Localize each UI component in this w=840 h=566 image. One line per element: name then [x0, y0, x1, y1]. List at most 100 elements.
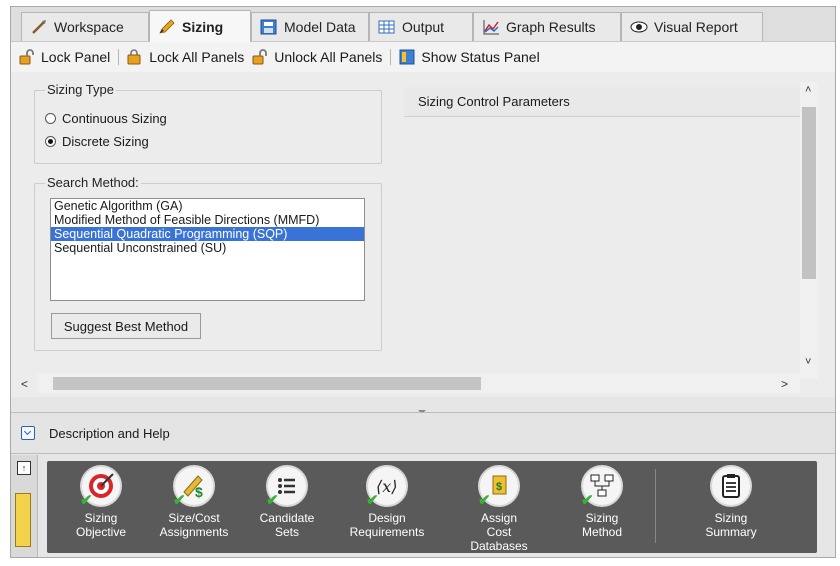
vertical-scroll-thumb[interactable]	[802, 107, 816, 279]
radio-checked-icon	[45, 136, 56, 147]
sizing-control-parameters-title: Sizing Control Parameters	[418, 94, 570, 109]
unlock-icon	[252, 49, 268, 65]
tab-sizing[interactable]: Sizing	[149, 10, 251, 42]
tool-label-line1: Design	[368, 511, 406, 525]
tool-label-line1: Candidate	[259, 511, 315, 525]
assign-cost-databases-tool[interactable]: $ ✔ Assign Cost Databases	[459, 465, 539, 553]
tab-workspace[interactable]: Workspace	[21, 12, 149, 41]
tab-model-data[interactable]: Model Data	[251, 12, 369, 41]
model-data-icon	[260, 19, 278, 35]
list-item[interactable]: Modified Method of Feasible Directions (…	[51, 213, 364, 227]
svg-text:$: $	[496, 481, 502, 493]
radio-unchecked-icon	[45, 113, 56, 124]
sizing-type-group: Sizing Type Continuous Sizing Discrete S…	[34, 82, 382, 164]
tool-label-line2: Requirements	[349, 525, 425, 539]
tool-label-line2: Summary	[705, 525, 757, 539]
checkmark-icon: ✔	[478, 492, 491, 509]
list-item[interactable]: Genetic Algorithm (GA)	[51, 199, 364, 213]
tab-graph-results-label: Graph Results	[506, 19, 596, 35]
tool-label-line2: Cost Databases	[470, 525, 528, 553]
tab-output-label: Output	[402, 19, 445, 35]
sizing-toolbox-area: ↑ ✔ Sizing Objective $ ✔ Size/Cost Assignm…	[11, 455, 835, 557]
checkmark-icon: ✔	[80, 492, 93, 509]
description-help-label: Description and Help	[49, 425, 170, 441]
output-table-icon	[378, 19, 396, 35]
continuous-sizing-radio[interactable]: Continuous Sizing	[45, 111, 167, 126]
tool-label-line1: Sizing	[714, 511, 748, 525]
tool-label-line1: Sizing	[84, 511, 118, 525]
lock-panel-button[interactable]: Lock Panel	[19, 49, 110, 65]
toolbar-divider	[118, 49, 120, 65]
scroll-right-icon[interactable]: >	[781, 377, 788, 391]
toolbox-side-strip: ↑	[11, 455, 38, 557]
checkmark-icon: ✔	[366, 492, 379, 509]
description-help-bar[interactable]: Description and Help	[11, 412, 835, 454]
unlock-all-panels-label: Unlock All Panels	[274, 49, 383, 65]
tab-visual-report[interactable]: Visual Report	[621, 12, 763, 41]
tab-graph-results[interactable]: Graph Results	[473, 12, 621, 41]
horizontal-scroll-thumb[interactable]	[53, 377, 481, 390]
application-window: Workspace Sizing Model Data Output Graph…	[10, 6, 836, 558]
panel-toolbar: Lock Panel Lock All Panels Unlock All Pa…	[11, 41, 835, 73]
tab-sizing-label: Sizing	[182, 18, 224, 35]
tool-label-line2: Assignments	[159, 525, 229, 539]
lock-panel-label: Lock Panel	[41, 49, 111, 65]
sizing-control-parameters-header: Sizing Control Parameters	[404, 87, 800, 117]
scroll-left-icon[interactable]: <	[21, 377, 28, 391]
sizing-summary-tool[interactable]: Sizing Summary	[691, 465, 771, 553]
checkmark-icon: ✔	[266, 492, 279, 509]
graph-icon	[482, 19, 500, 35]
pin-icon[interactable]: ↑	[17, 461, 31, 475]
tool-label-line2: Objective	[75, 525, 127, 539]
show-status-panel-label: Show Status Panel	[421, 49, 540, 65]
list-item[interactable]: Sequential Unconstrained (SU)	[51, 241, 364, 255]
expand-chevron-icon[interactable]	[21, 426, 35, 440]
open-lock-icon	[19, 49, 35, 65]
clipboard-icon	[710, 465, 752, 507]
tool-label-line2: Sets	[274, 525, 299, 539]
design-requirements-tool[interactable]: ⟨x⟩ ✔ Design Requirements	[347, 465, 427, 553]
search-method-title: Search Method:	[45, 175, 141, 190]
suggest-best-method-button[interactable]: Suggest Best Method	[51, 313, 201, 339]
discrete-sizing-label: Discrete Sizing	[62, 134, 149, 149]
ruler-icon[interactable]	[15, 493, 31, 547]
list-item-selected[interactable]: Sequential Quadratic Programming (SQP)	[51, 227, 364, 241]
scroll-down-icon[interactable]: ˅	[805, 356, 811, 368]
eye-icon	[630, 19, 648, 35]
svg-text:⟨x⟩: ⟨x⟩	[376, 477, 398, 496]
cost-database-icon: $ ✔	[478, 465, 520, 509]
sizing-method-tool[interactable]: ✔ Sizing Method	[562, 465, 642, 553]
sizing-toolbox: ✔ Sizing Objective $ ✔ Size/Cost Assignmen…	[47, 461, 817, 553]
unlock-all-panels-button[interactable]: Unlock All Panels	[252, 49, 382, 65]
ruler-dollar-icon: $ ✔	[173, 465, 215, 509]
toolbar-divider	[390, 49, 392, 65]
lock-all-panels-label: Lock All Panels	[149, 49, 245, 65]
lock-all-panels-button[interactable]: Lock All Panels	[127, 49, 244, 65]
tab-output[interactable]: Output	[369, 12, 473, 41]
list-icon: ✔	[266, 465, 308, 509]
splitter-handle[interactable]	[418, 402, 426, 414]
vertical-scrollbar[interactable]: ˄ ˅	[800, 82, 818, 379]
workspace-icon	[30, 19, 48, 35]
discrete-sizing-radio[interactable]: Discrete Sizing	[45, 134, 149, 149]
checkmark-icon: ✔	[173, 492, 186, 509]
flowchart-icon: ✔	[581, 465, 623, 509]
horizontal-scrollbar[interactable]	[37, 373, 800, 393]
scroll-up-icon[interactable]: ˄	[805, 84, 811, 96]
sizing-objective-tool[interactable]: ✔ Sizing Objective	[61, 465, 141, 553]
checkmark-icon: ✔	[581, 492, 594, 509]
svg-text:$: $	[195, 484, 203, 500]
tool-label-line1: Assign	[480, 511, 518, 525]
variable-x-icon: ⟨x⟩ ✔	[366, 465, 408, 509]
locks-icon	[127, 49, 143, 65]
tool-label-line1: Size/Cost	[168, 511, 220, 525]
search-method-group: Search Method: Genetic Algorithm (GA) Mo…	[34, 175, 382, 351]
size-cost-assignments-tool[interactable]: $ ✔ Size/Cost Assignments	[154, 465, 234, 553]
pencil-icon	[158, 18, 176, 35]
tool-label-line1: Sizing	[585, 511, 619, 525]
suggest-best-method-label: Suggest Best Method	[63, 318, 189, 334]
search-method-listbox[interactable]: Genetic Algorithm (GA) Modified Method o…	[50, 198, 365, 301]
sizing-main-panel: Sizing Type Continuous Sizing Discrete S…	[11, 72, 835, 397]
candidate-sets-tool[interactable]: ✔ Candidate Sets	[247, 465, 327, 553]
show-status-panel-button[interactable]: Show Status Panel	[399, 49, 540, 65]
